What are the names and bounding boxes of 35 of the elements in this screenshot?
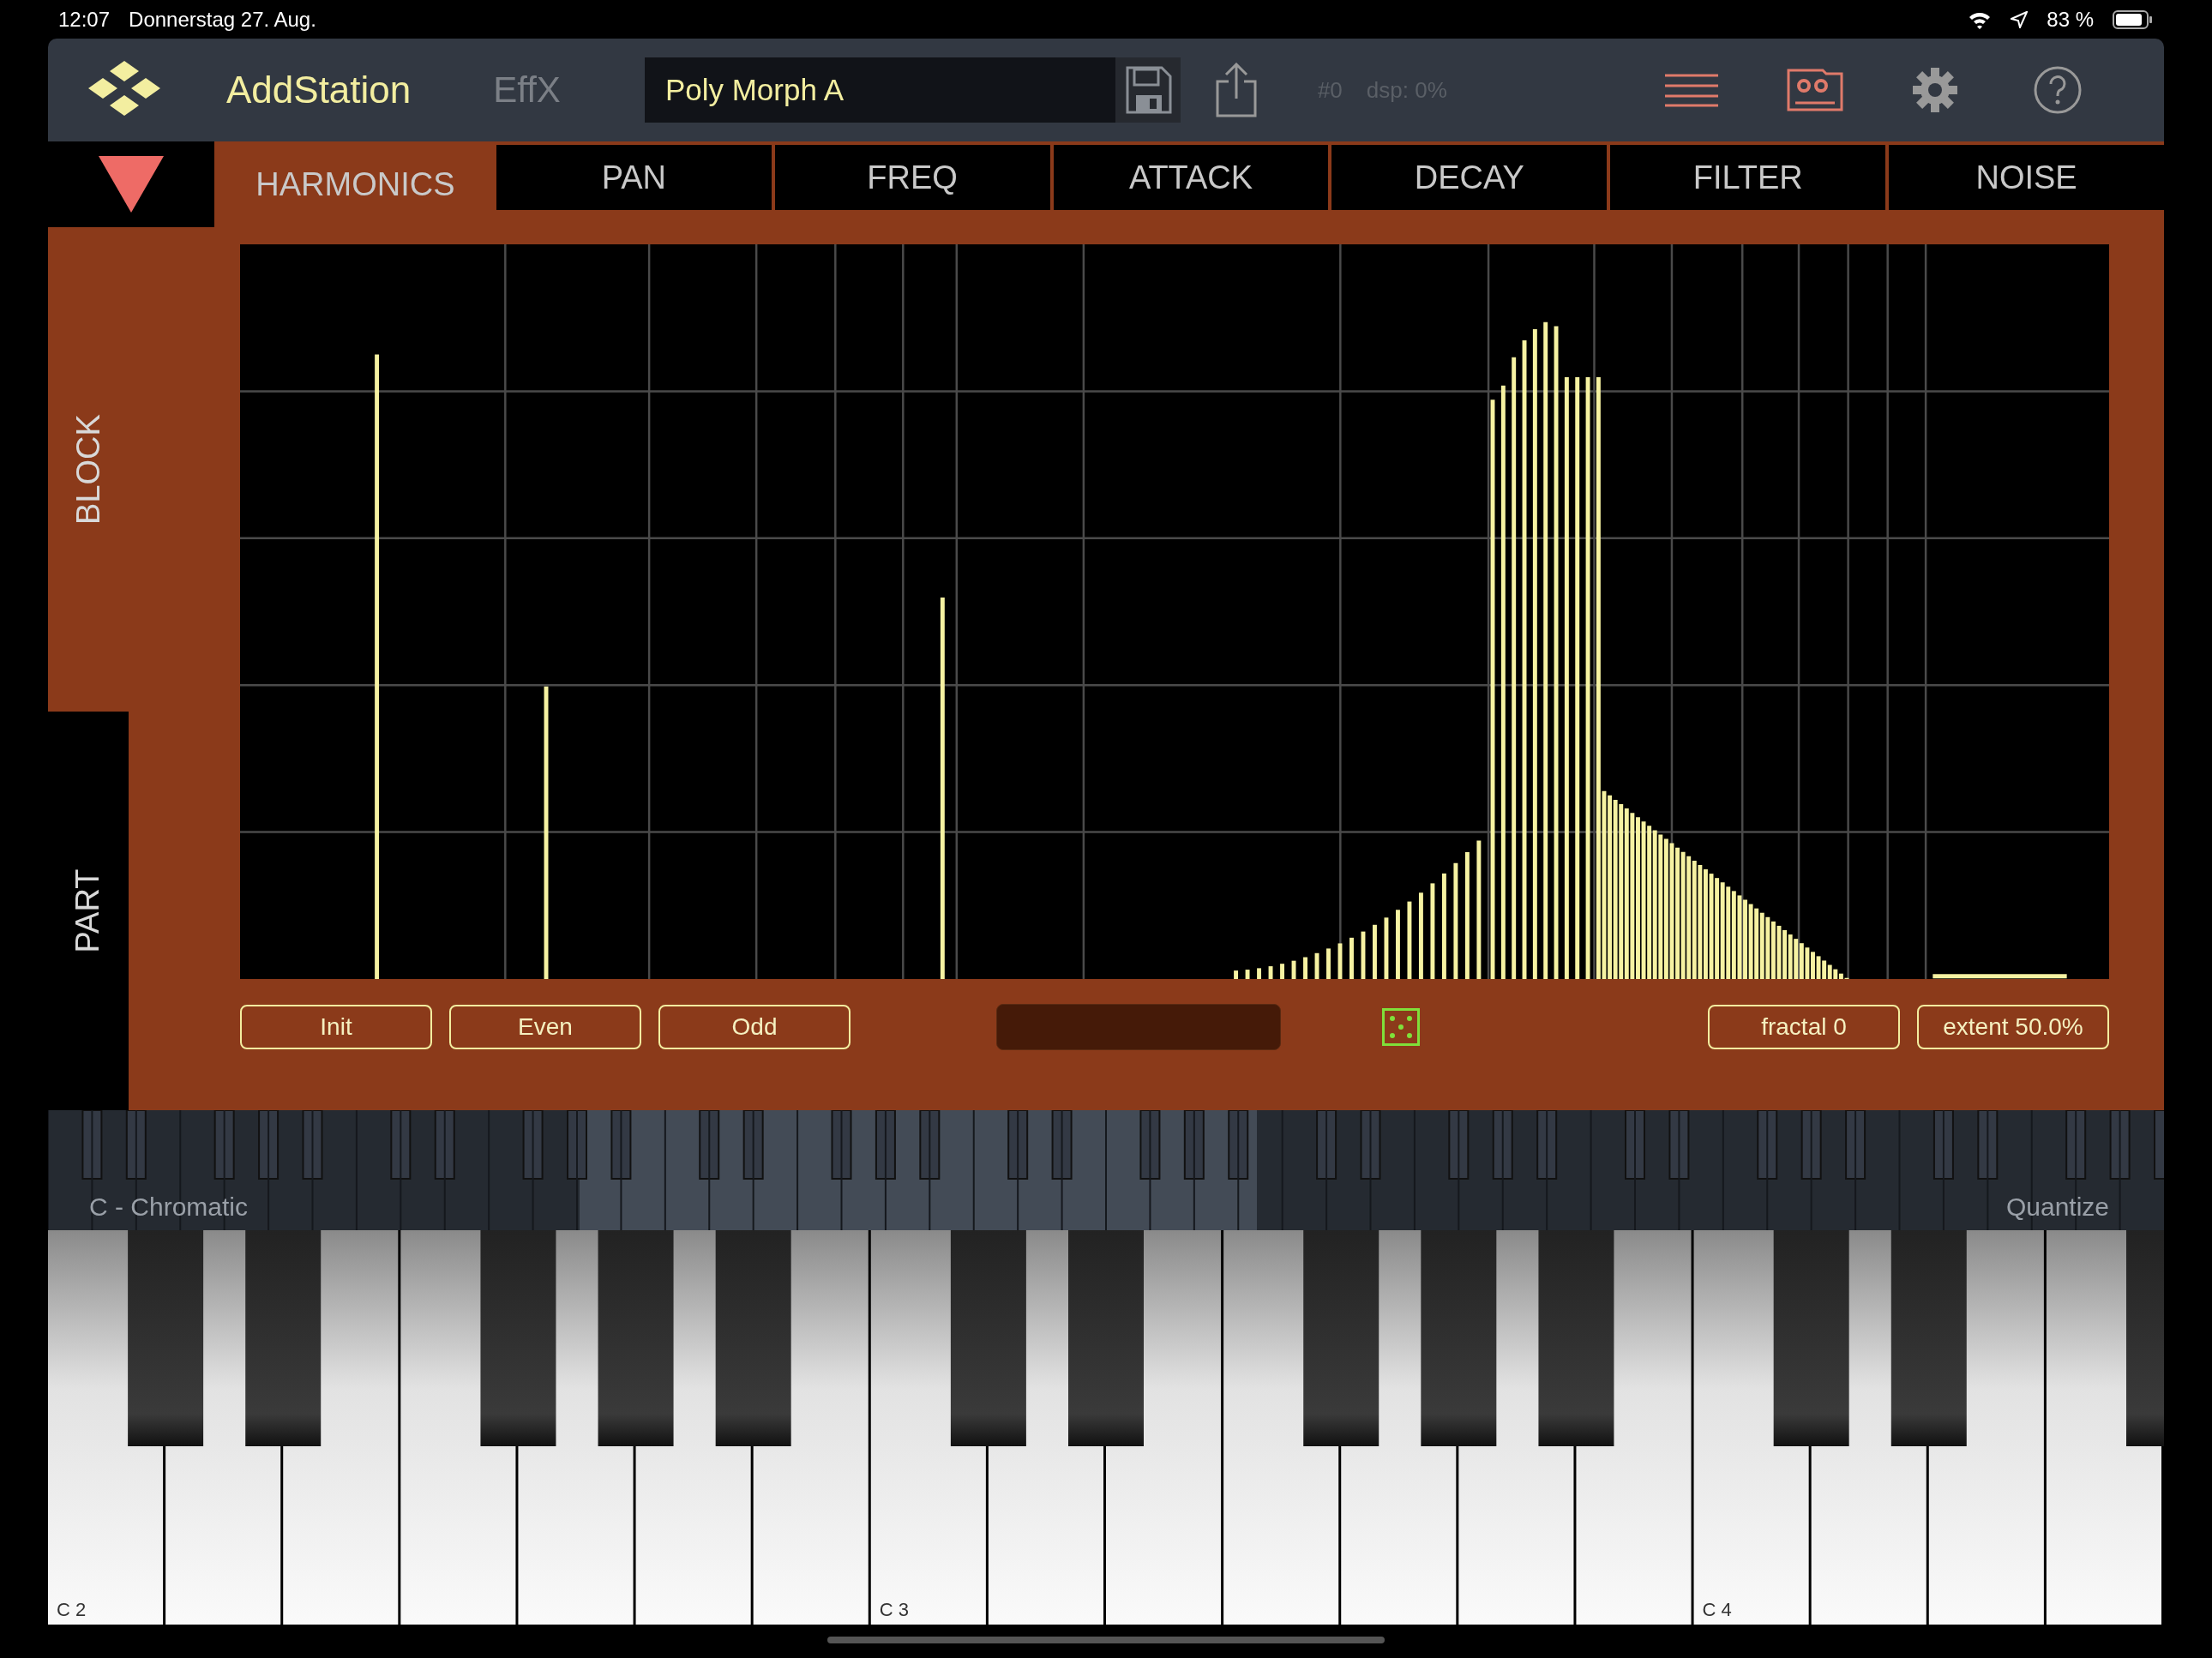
- share-icon[interactable]: [1214, 63, 1258, 117]
- battery-icon: [2113, 9, 2154, 29]
- help-icon[interactable]: [2034, 66, 2082, 114]
- parameter-button[interactable]: extent 50.0%: [1917, 1005, 2109, 1049]
- preset-button[interactable]: Odd: [658, 1005, 851, 1049]
- dice-icon[interactable]: [1382, 1008, 1420, 1046]
- app-title: AddStation: [226, 69, 412, 111]
- section-tab[interactable]: DECAY: [1331, 145, 1608, 210]
- octave-label: C 2: [57, 1599, 87, 1621]
- section-tab[interactable]: FILTER: [1610, 145, 1886, 210]
- scale-label: C - Chromatic: [89, 1192, 249, 1222]
- triangle-icon[interactable]: [99, 156, 164, 213]
- settings-icon[interactable]: [1912, 67, 1958, 113]
- octave-label: C 4: [1702, 1599, 1732, 1621]
- piano-keyboard-drawing[interactable]: [48, 1230, 2164, 1625]
- section-tab[interactable]: FREQ: [774, 145, 1050, 210]
- menu-icon[interactable]: [1665, 73, 1718, 107]
- save-icon[interactable]: [1115, 57, 1181, 123]
- parameter-button[interactable]: fractal 0: [1708, 1005, 1900, 1049]
- cassette-icon[interactable]: [1787, 69, 1843, 111]
- preset-button[interactable]: Even: [449, 1005, 641, 1049]
- status-date: Donnerstag 27. Aug.: [129, 7, 316, 32]
- location-icon: [2011, 10, 2029, 28]
- quantize-label[interactable]: Quantize: [2005, 1192, 2109, 1222]
- slider-track[interactable]: [996, 1004, 1281, 1050]
- preset-field[interactable]: Poly Morph A: [644, 57, 1181, 123]
- battery-percent: 83 %: [2047, 7, 2094, 32]
- side-tab[interactable]: PART: [48, 712, 129, 1110]
- section-tab[interactable]: PAN: [496, 145, 772, 210]
- section-tab[interactable]: ATTACK: [1053, 145, 1329, 210]
- harmonic-spectrum-drawing[interactable]: [240, 244, 2109, 979]
- octave-label: C 3: [879, 1599, 909, 1621]
- status-time: 12:07: [58, 7, 111, 32]
- section-tab[interactable]: NOISE: [1889, 145, 2164, 210]
- preset-button[interactable]: Init: [240, 1005, 432, 1049]
